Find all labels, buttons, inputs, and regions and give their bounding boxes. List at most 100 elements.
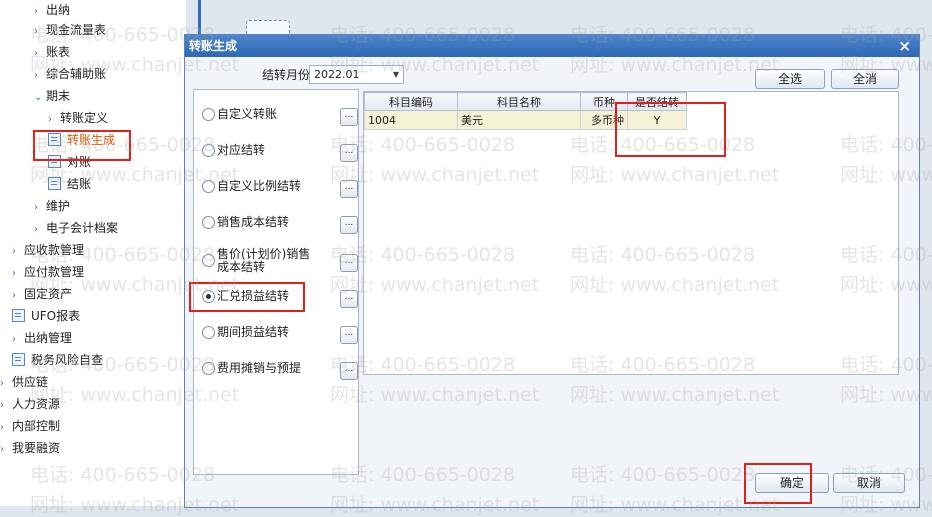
document-icon xyxy=(12,309,25,322)
column-header[interactable]: 科目编码 xyxy=(364,92,458,111)
more-options-button[interactable]: ... xyxy=(340,326,358,344)
tree-item[interactable]: 对账 xyxy=(48,152,91,172)
table-row[interactable]: 1004 美元 多币种 Y xyxy=(364,110,687,130)
transfer-generation-dialog: 转账生成 × 结转月份 2022.01 ▼ 全选 全消 自定义转账... 对应结转… xyxy=(184,34,920,508)
radio-button[interactable] xyxy=(202,326,215,339)
tree-item-label: 电子会计档案 xyxy=(46,221,119,235)
tree-item[interactable]: › 维护 xyxy=(34,196,70,216)
tree-item[interactable]: ⌄ 期末 xyxy=(34,86,70,106)
transfer-option[interactable]: 自定义转账... xyxy=(202,104,358,134)
tree-item[interactable]: UFO报表 xyxy=(12,306,80,326)
tree-item[interactable]: › 现金流量表 xyxy=(34,20,106,40)
tree-item[interactable]: › 固定资产 xyxy=(12,284,72,304)
tree-item-label: 维护 xyxy=(46,199,71,213)
tree-item-label: 我要融资 xyxy=(12,441,61,455)
ok-button[interactable]: 确定 xyxy=(755,473,829,493)
transfer-option-label: 汇兑损益结转 xyxy=(217,289,290,303)
tree-item[interactable]: › 出纳管理 xyxy=(12,328,72,348)
tree-item[interactable]: › 应付款管理 xyxy=(12,262,84,282)
radio-button[interactable] xyxy=(202,290,215,303)
column-header[interactable]: 币种 xyxy=(580,92,628,111)
splitter-bar[interactable] xyxy=(198,0,201,36)
close-icon[interactable]: × xyxy=(898,35,911,57)
transfer-option[interactable]: 费用摊销与预提... xyxy=(202,358,358,388)
chevron-right-icon: › xyxy=(34,70,38,81)
tree-item-label: 转账定义 xyxy=(60,111,109,125)
tree-item[interactable]: 结账 xyxy=(48,174,91,194)
select-all-button[interactable]: 全选 xyxy=(755,69,825,89)
tree-item[interactable]: › 账表 xyxy=(34,42,70,62)
document-icon xyxy=(48,177,61,190)
radio-button[interactable] xyxy=(202,108,215,121)
chevron-right-icon: › xyxy=(34,48,38,59)
tree-item[interactable]: › 人力资源 xyxy=(0,394,60,414)
chevron-right-icon: › xyxy=(0,444,4,455)
tree-item-label: 综合辅助账 xyxy=(46,67,107,81)
chevron-right-icon: › xyxy=(12,246,16,257)
more-options-button[interactable]: ... xyxy=(340,290,358,308)
chevron-right-icon: › xyxy=(0,400,4,411)
transfer-option[interactable]: 售价(计划价)销售成本结转... xyxy=(202,248,358,278)
column-header[interactable]: 是否结转 xyxy=(627,92,687,111)
tree-item[interactable]: › 电子会计档案 xyxy=(34,218,118,238)
tree-item[interactable]: › 综合辅助账 xyxy=(34,64,106,84)
more-options-button[interactable]: ... xyxy=(340,362,358,380)
column-header[interactable]: 科目名称 xyxy=(457,92,581,111)
chevron-down-icon[interactable]: ▼ xyxy=(393,66,399,83)
tree-item-label: 应付款管理 xyxy=(24,265,85,279)
chevron-down-icon: ⌄ xyxy=(34,92,43,103)
chevron-right-icon: › xyxy=(34,26,38,37)
cancel-button[interactable]: 取消 xyxy=(833,473,905,493)
tree-item[interactable]: › 供应链 xyxy=(0,372,48,392)
chevron-right-icon: › xyxy=(12,290,16,301)
transfer-option-label: 费用摊销与预提 xyxy=(217,361,302,375)
transfer-option[interactable]: 销售成本结转... xyxy=(202,212,358,242)
tree-item-label: 应收款管理 xyxy=(24,243,85,257)
tree-item[interactable]: › 内部控制 xyxy=(0,416,60,436)
transfer-option[interactable]: 自定义比例结转... xyxy=(202,176,358,206)
radio-button[interactable] xyxy=(202,144,215,157)
tree-item[interactable]: › 应收款管理 xyxy=(12,240,84,260)
tree-item-label: 固定资产 xyxy=(24,287,73,301)
chevron-right-icon: › xyxy=(34,224,38,235)
deselect-all-button[interactable]: 全消 xyxy=(831,69,899,89)
tree-item-label: 结账 xyxy=(67,177,92,191)
table-cell[interactable]: 美元 xyxy=(457,110,581,130)
tree-item[interactable]: 税务风险自查 xyxy=(12,350,103,370)
radio-button[interactable] xyxy=(202,362,215,375)
more-options-button[interactable]: ... xyxy=(340,144,358,162)
document-icon xyxy=(48,155,61,168)
chevron-right-icon: › xyxy=(0,378,4,389)
transfer-option[interactable]: 期间损益结转... xyxy=(202,322,358,352)
transfer-option-label: 销售成本结转 xyxy=(217,215,290,229)
radio-button[interactable] xyxy=(202,180,215,193)
document-icon xyxy=(12,353,25,366)
more-options-button[interactable]: ... xyxy=(340,180,358,198)
transfer-option[interactable]: 对应结转... xyxy=(202,140,358,170)
dialog-title: 转账生成 xyxy=(189,39,238,53)
dialog-titlebar[interactable]: 转账生成 × xyxy=(185,35,919,57)
more-options-button[interactable]: ... xyxy=(340,216,358,234)
tree-item[interactable]: 转账生成 xyxy=(48,130,115,150)
tree-item-label: 现金流量表 xyxy=(46,23,107,37)
period-label: 结转月份 xyxy=(262,68,311,82)
more-options-button[interactable]: ... xyxy=(340,254,358,272)
radio-button[interactable] xyxy=(202,216,215,229)
table-cell[interactable]: Y xyxy=(627,110,687,130)
tree-item-label: 出纳 xyxy=(46,3,71,17)
tree-item-label: 对账 xyxy=(67,155,92,169)
tree-item[interactable]: › 我要融资 xyxy=(0,438,60,458)
tree-item[interactable]: › 转账定义 xyxy=(48,108,108,128)
transfer-option[interactable]: 汇兑损益结转... xyxy=(202,286,358,316)
radio-button[interactable] xyxy=(202,254,215,267)
tree-item-label: 账表 xyxy=(46,45,71,59)
table-cell[interactable]: 1004 xyxy=(364,110,458,130)
tree-item-label: 税务风险自查 xyxy=(31,353,104,367)
period-select[interactable]: 2022.01 ▼ xyxy=(309,65,404,84)
document-icon xyxy=(48,133,61,146)
tree-item-label: UFO报表 xyxy=(31,309,81,323)
more-options-button[interactable]: ... xyxy=(340,108,358,126)
table-cell[interactable]: 多币种 xyxy=(580,110,628,130)
tree-item[interactable]: › 出纳 xyxy=(34,0,70,20)
tree-item-label: 人力资源 xyxy=(12,397,61,411)
